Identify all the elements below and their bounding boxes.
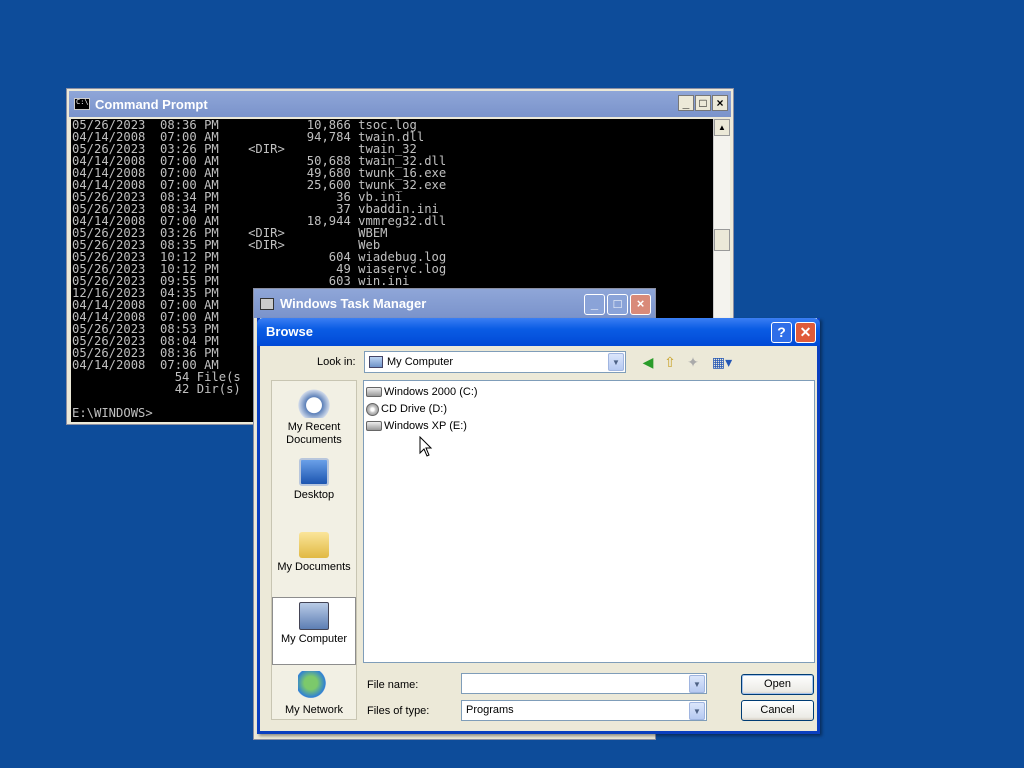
place-label: My Recent Documents bbox=[286, 421, 342, 446]
mouse-cursor-icon bbox=[419, 436, 433, 457]
maximize-button[interactable]: □ bbox=[607, 294, 628, 315]
back-icon[interactable]: ◀ bbox=[639, 353, 657, 371]
hard-drive-icon bbox=[366, 421, 382, 431]
open-button[interactable]: Open bbox=[741, 674, 814, 695]
look-in-label: Look in: bbox=[317, 356, 356, 368]
help-button[interactable]: ? bbox=[771, 322, 792, 343]
item-label: CD Drive (D:) bbox=[381, 403, 447, 415]
my-documents-icon bbox=[299, 532, 329, 558]
cancel-button[interactable]: Cancel bbox=[741, 700, 814, 721]
item-label: Windows XP (E:) bbox=[384, 420, 467, 432]
files-of-type-value: Programs bbox=[466, 704, 514, 716]
look-in-dropdown[interactable]: My Computer ▼ bbox=[364, 351, 626, 373]
maximize-button[interactable]: □ bbox=[695, 95, 711, 111]
window-title: Command Prompt bbox=[95, 96, 208, 112]
place-my-recent-documents[interactable]: My Recent Documents bbox=[272, 386, 356, 447]
file-name-label: File name: bbox=[367, 679, 419, 691]
network-icon bbox=[298, 671, 330, 701]
close-button[interactable]: × bbox=[630, 294, 651, 315]
list-item[interactable]: Windows XP (E:) bbox=[366, 418, 467, 434]
console-icon bbox=[74, 98, 90, 110]
place-label: My Network bbox=[284, 704, 344, 716]
close-button[interactable]: ✕ bbox=[795, 322, 816, 343]
look-in-value: My Computer bbox=[387, 356, 454, 368]
place-label: My Computer bbox=[280, 633, 348, 645]
computer-icon bbox=[299, 602, 329, 630]
item-label: Windows 2000 (C:) bbox=[384, 386, 478, 398]
browse-dialog[interactable]: Browse ? ✕ Look in: My Computer ▼ ◀ ⇧ ✦ … bbox=[257, 318, 820, 734]
views-menu-icon[interactable]: ▦▾ bbox=[709, 353, 735, 371]
up-folder-icon[interactable]: ⇧ bbox=[661, 353, 679, 371]
browse-dialog-titlebar[interactable]: Browse ? ✕ bbox=[257, 318, 820, 346]
place-my-computer[interactable]: My Computer bbox=[272, 597, 356, 665]
place-desktop[interactable]: Desktop bbox=[272, 458, 356, 502]
files-of-type-label: Files of type: bbox=[367, 705, 430, 717]
minimize-button[interactable]: _ bbox=[678, 95, 694, 111]
file-list[interactable]: Windows 2000 (C:) CD Drive (D:) Windows … bbox=[363, 380, 815, 663]
window-title: Windows Task Manager bbox=[280, 296, 427, 311]
task-manager-icon bbox=[260, 297, 274, 310]
list-item[interactable]: Windows 2000 (C:) bbox=[366, 384, 478, 400]
places-bar: My Recent Documents Desktop My Documents… bbox=[271, 380, 357, 720]
close-button[interactable]: × bbox=[712, 95, 728, 111]
file-name-input[interactable]: ▼ bbox=[461, 673, 707, 694]
scroll-up-button[interactable]: ▲ bbox=[714, 119, 730, 136]
computer-icon bbox=[369, 356, 383, 368]
place-label: My Documents bbox=[277, 561, 351, 573]
cd-drive-icon bbox=[366, 402, 379, 416]
minimize-button[interactable]: _ bbox=[584, 294, 605, 315]
files-of-type-dropdown[interactable]: Programs ▼ bbox=[461, 700, 707, 721]
place-my-network[interactable]: My Network bbox=[272, 671, 356, 717]
task-manager-titlebar[interactable]: Windows Task Manager _ □ × bbox=[254, 289, 655, 318]
command-prompt-titlebar[interactable]: Command Prompt _ □ × bbox=[69, 91, 731, 117]
place-my-documents[interactable]: My Documents bbox=[272, 528, 356, 574]
chevron-down-icon[interactable]: ▼ bbox=[689, 702, 705, 720]
dialog-title: Browse bbox=[266, 324, 313, 339]
scroll-thumb[interactable] bbox=[714, 229, 730, 251]
hard-drive-icon bbox=[366, 387, 382, 397]
list-item[interactable]: CD Drive (D:) bbox=[366, 401, 447, 417]
place-label: Desktop bbox=[293, 489, 335, 501]
desktop-icon bbox=[299, 458, 329, 486]
new-folder-icon[interactable]: ✦ bbox=[684, 353, 702, 371]
chevron-down-icon[interactable]: ▼ bbox=[608, 353, 624, 371]
recent-documents-icon bbox=[297, 386, 331, 418]
chevron-down-icon[interactable]: ▼ bbox=[689, 675, 705, 693]
